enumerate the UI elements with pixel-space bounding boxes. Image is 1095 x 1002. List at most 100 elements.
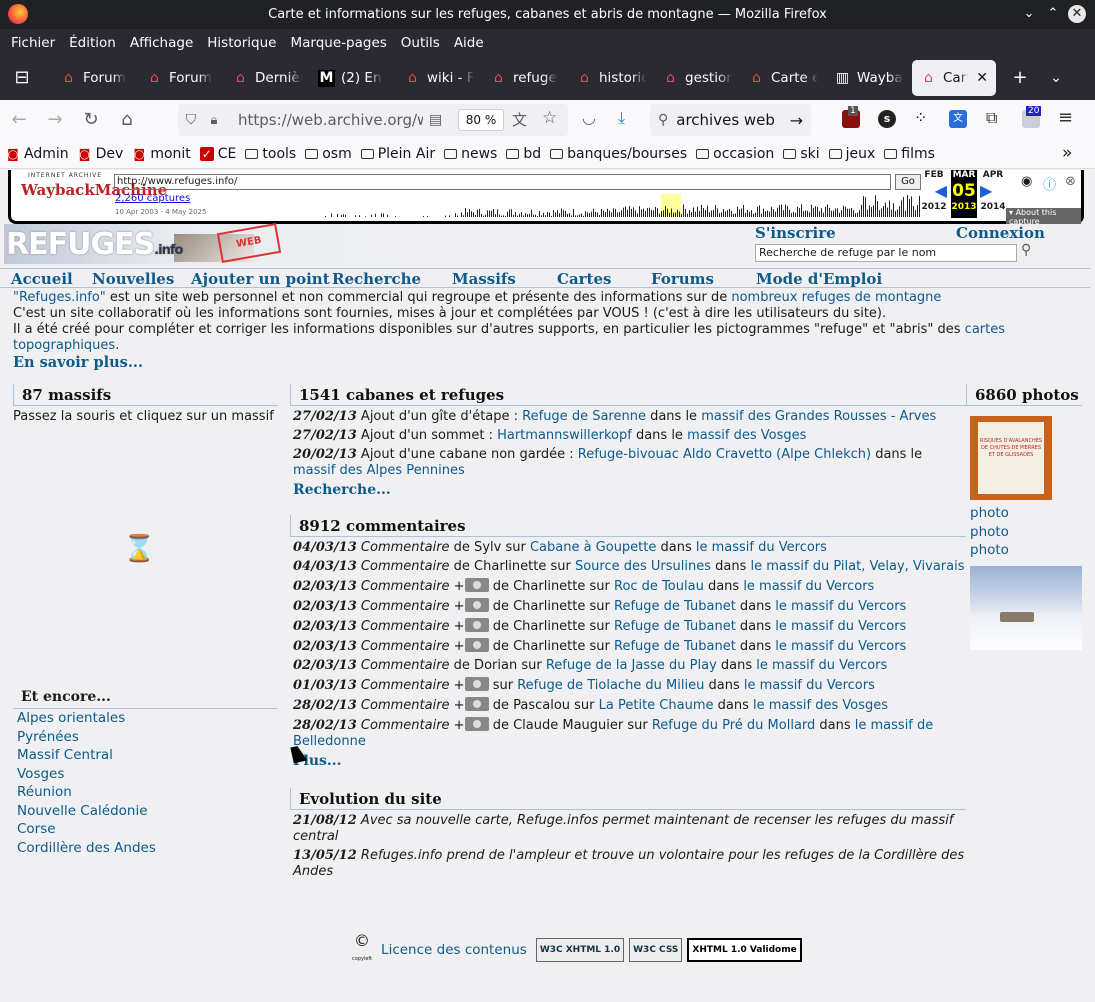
refuge-link[interactable]: Refuge de Tubanet: [614, 619, 736, 634]
massif-link[interactable]: le massif du Vercors: [756, 658, 887, 673]
tab[interactable]: ⌂ refuge: [482, 60, 568, 96]
tab[interactable]: ⌂ Carte e: [740, 60, 826, 96]
photo-link[interactable]: photo: [970, 523, 1082, 542]
login-link[interactable]: Connexion: [956, 224, 1045, 242]
forward-icon[interactable]: →: [38, 104, 72, 136]
downloads-icon[interactable]: ⤓: [618, 108, 625, 128]
nav-nouvelles[interactable]: Nouvelles: [92, 270, 174, 288]
refuge-search-input[interactable]: Recherche de refuge par le nom: [755, 244, 1017, 262]
menu-affichage[interactable]: Affichage: [123, 35, 200, 51]
close-window-icon[interactable]: ✕: [1068, 5, 1086, 23]
plus-link[interactable]: Plus...: [293, 753, 966, 769]
bookmark-star-icon[interactable]: ☆: [542, 108, 557, 128]
menu-outils[interactable]: Outils: [394, 35, 447, 51]
extensions-puzzle-icon[interactable]: ⧉: [986, 108, 997, 128]
recherche-link[interactable]: Recherche...: [293, 482, 966, 498]
tab[interactable]: ⌂ gestion: [654, 60, 740, 96]
lock-icon[interactable]: 🔒︎: [204, 113, 224, 128]
bookmark-folder-bd[interactable]: bd: [506, 146, 541, 162]
refuge-link[interactable]: Refuge de Tubanet: [614, 639, 736, 654]
close-tab-icon[interactable]: ✕: [976, 70, 988, 86]
translate-extension-icon[interactable]: 文: [949, 110, 967, 128]
encore-link[interactable]: Alpes orientales: [17, 709, 278, 728]
refuge-link[interactable]: Source des Ursulines: [575, 559, 711, 574]
pocket-icon[interactable]: ◡: [582, 108, 596, 127]
help-icon[interactable]: ⓘ: [1043, 174, 1056, 193]
encore-link[interactable]: Cordillère des Andes: [17, 839, 278, 858]
photo-link[interactable]: photo: [970, 504, 1082, 523]
minimize-icon[interactable]: ⌄: [1020, 5, 1038, 23]
site-banner[interactable]: REFUGES.info WEB: [4, 223, 424, 264]
encore-link[interactable]: Vosges: [17, 765, 278, 784]
wayback-prev-month[interactable]: FEB ◀ 2012: [921, 170, 947, 218]
back-icon[interactable]: ←: [2, 104, 36, 136]
wayback-logo[interactable]: INTERNET ARCHIVE WaybackMachine: [21, 172, 167, 212]
nav-recherche[interactable]: Recherche: [332, 270, 421, 288]
tab-overview-icon[interactable]: ⊟: [6, 62, 38, 94]
bookmark-folder-banques[interactable]: banques/bourses: [550, 146, 687, 162]
massif-link[interactable]: le massif du Vercors: [744, 678, 875, 693]
wayback-url-input[interactable]: http://www.refuges.info/: [114, 174, 891, 190]
nav-forums[interactable]: Forums: [651, 270, 714, 288]
bookmark-admin[interactable]: ◙ Admin: [6, 146, 68, 162]
wayback-go-button[interactable]: Go: [895, 174, 921, 190]
en-savoir-plus-link[interactable]: En savoir plus...: [13, 354, 143, 371]
refuge-link[interactable]: Cabane à Goupette: [530, 540, 656, 555]
tab[interactable]: ⌂ Forum: [138, 60, 224, 96]
go-arrow-icon[interactable]: →: [790, 111, 803, 130]
refuge-link[interactable]: Hartmannswillerkopf: [497, 428, 632, 443]
nav-accueil[interactable]: Accueil: [11, 270, 73, 288]
massif-link[interactable]: massif des Grandes Rousses - Arves: [701, 409, 936, 424]
url-bar[interactable]: ⛉ 🔒︎ https://web.archive.org/we ▤: [178, 104, 568, 136]
bookmark-folder-osm[interactable]: osm: [305, 146, 352, 162]
maximize-icon[interactable]: ⌃: [1044, 5, 1062, 23]
wayback-next-month[interactable]: APR ▶ 2014: [980, 170, 1006, 218]
wayback-sparkline[interactable]: [321, 194, 921, 217]
massif-link[interactable]: le massif du Vercors: [775, 639, 906, 654]
photo-link[interactable]: photo: [970, 541, 1082, 560]
tab-active[interactable]: ⌂Carte✕: [912, 60, 996, 96]
menu-fichier[interactable]: Fichier: [4, 35, 62, 51]
encore-link[interactable]: Nouvelle Calédonie: [17, 802, 278, 821]
massif-link[interactable]: le massif du Vercors: [775, 599, 906, 614]
encore-link[interactable]: Pyrénées: [17, 728, 278, 747]
nav-ajouter[interactable]: Ajouter un point: [191, 270, 330, 288]
translate-icon[interactable]: 文: [512, 109, 527, 130]
massif-link[interactable]: le massif du Vercors: [696, 540, 827, 555]
more-bookmarks-icon[interactable]: »: [1062, 143, 1072, 163]
massif-link[interactable]: le massif des Vosges: [753, 698, 888, 713]
bookmark-monit[interactable]: ◙ monit: [132, 146, 190, 162]
refuge-link[interactable]: Refuge de Tiolache du Milieu: [517, 678, 704, 693]
tab[interactable]: ⌂ Dernièr: [224, 60, 310, 96]
signup-link[interactable]: S'inscrire: [755, 224, 836, 242]
refuge-link[interactable]: Refuge de la Jasse du Play: [546, 658, 717, 673]
w3c-css-badge[interactable]: W3C CSS: [629, 938, 683, 962]
refuge-link[interactable]: La Petite Chaume: [599, 698, 714, 713]
zoom-level[interactable]: 80 %: [458, 109, 504, 131]
menu-marque-pages[interactable]: Marque-pages: [284, 35, 394, 51]
encore-link[interactable]: Réunion: [17, 783, 278, 802]
validome-badge[interactable]: XHTML 1.0 Validome: [687, 938, 802, 962]
extension-s-icon[interactable]: s: [878, 110, 896, 128]
home-icon[interactable]: ⌂: [110, 104, 144, 136]
refuge-link[interactable]: Roc de Toulau: [614, 579, 704, 594]
new-tab-icon[interactable]: +: [1004, 62, 1036, 94]
next-arrow-icon[interactable]: ▶: [980, 180, 1006, 202]
massif-link[interactable]: le massif du Pilat, Velay, Vivarais: [751, 559, 965, 574]
refuge-link[interactable]: Refuge de Tubanet: [614, 599, 736, 614]
bookmark-folder-occasion[interactable]: occasion: [696, 146, 774, 162]
reload-icon[interactable]: ↻: [74, 104, 108, 136]
menu-edition[interactable]: Édition: [62, 35, 123, 51]
bookmark-folder-ski[interactable]: ski: [783, 146, 820, 162]
photo-thumbnail[interactable]: RISQUES D'AVALANCHES DE CHUTES DE PIERRE…: [970, 416, 1052, 500]
menu-aide[interactable]: Aide: [447, 35, 491, 51]
tab[interactable]: M (2) En: [310, 60, 396, 96]
tab[interactable]: ▥ Wayba: [826, 60, 912, 96]
wayback-current-capture[interactable]: MAR 05 2013: [951, 170, 977, 218]
reader-view-icon[interactable]: ▤: [429, 112, 442, 128]
nav-mode-emploi[interactable]: Mode d'Emploi: [756, 270, 882, 288]
tab[interactable]: ⌂ Forum: [52, 60, 138, 96]
refuges-info-link[interactable]: "Refuges.info": [13, 290, 106, 305]
search-text[interactable]: archives web: [676, 111, 775, 129]
close-wayback-icon[interactable]: ⊗: [1065, 174, 1076, 189]
